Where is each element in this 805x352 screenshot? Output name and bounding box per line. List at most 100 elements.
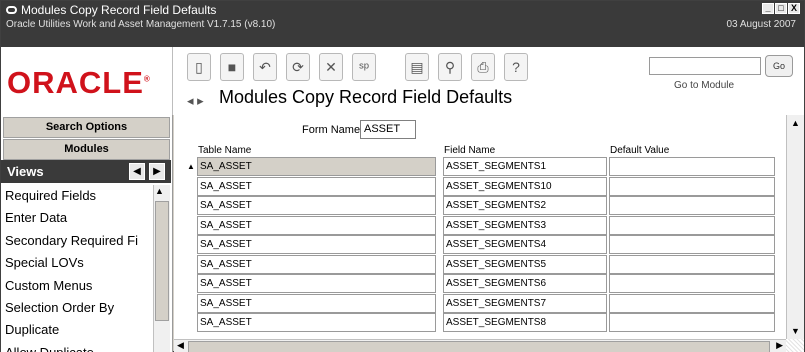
views-list: Required Fields Enter Data Secondary Req…	[1, 185, 153, 352]
modules-button[interactable]: Modules	[3, 139, 170, 160]
default-value-cell[interactable]	[609, 274, 775, 293]
logo-area: ORACLE®	[1, 47, 173, 115]
view-required-fields[interactable]: Required Fields	[1, 185, 153, 207]
scroll-up-icon[interactable]: ▲	[155, 186, 164, 196]
current-date: 03 August 2007	[726, 19, 796, 30]
next-record-icon[interactable]: ▸	[197, 93, 204, 108]
field-name-cell[interactable]: ASSET_SEGMENTS1	[443, 157, 607, 176]
table-name-cell[interactable]: SA_ASSET	[197, 254, 436, 274]
views-prev-icon[interactable]: ◀	[129, 163, 145, 180]
refresh-icon[interactable]: ⟳	[286, 53, 310, 81]
field-name-cell[interactable]: ASSET_SEGMENTS6	[443, 274, 607, 293]
search-options-button[interactable]: Search Options	[3, 117, 170, 138]
app-version: Oracle Utilities Work and Asset Manageme…	[6, 19, 276, 30]
views-header: Views ◀ ▶	[1, 160, 171, 183]
table-row: SA_ASSET ASSET_SEGMENTS5	[197, 254, 777, 275]
table-row: SA_ASSET ASSET_SEGMENTS8	[197, 313, 777, 333]
table-row: SA_ASSET ASSET_SEGMENTS6	[197, 274, 777, 294]
default-value-cell[interactable]	[609, 215, 775, 235]
scroll-down-icon[interactable]: ▼	[791, 326, 800, 336]
default-value-cell[interactable]	[609, 157, 775, 176]
table-name-cell[interactable]: SA_ASSET	[197, 313, 436, 332]
report-icon[interactable]: ▤	[405, 53, 429, 81]
default-value-cell[interactable]	[609, 235, 775, 254]
go-to-module-input[interactable]	[649, 57, 761, 75]
save-icon[interactable]: ■	[220, 53, 244, 81]
table-name-cell[interactable]: SA_ASSET	[197, 235, 436, 254]
maximize-button[interactable]: □	[775, 3, 787, 14]
field-name-cell[interactable]: ASSET_SEGMENTS5	[443, 254, 607, 274]
views-scroll-thumb[interactable]	[155, 201, 169, 321]
table-row: SA_ASSET ASSET_SEGMENTS1	[197, 157, 777, 177]
default-value-cell[interactable]	[609, 254, 775, 274]
app-window: Modules Copy Record Field Defaults Oracl…	[0, 0, 805, 352]
go-button[interactable]: Go	[765, 55, 793, 77]
view-special-lovs[interactable]: Special LOVs	[1, 252, 153, 274]
spellcheck-icon[interactable]: ˢᵖ	[352, 53, 376, 81]
toolbar: ▯ ■ ↶ ⟳ ✕ ˢᵖ ▤ ⚲ ⎙ ?	[187, 53, 537, 81]
title-bar: Modules Copy Record Field Defaults Oracl…	[1, 1, 804, 47]
routing-icon[interactable]: ⚲	[438, 53, 462, 81]
default-value-cell[interactable]	[609, 196, 775, 215]
table-name-cell[interactable]: SA_ASSET	[197, 176, 436, 196]
field-name-cell[interactable]: ASSET_SEGMENTS7	[443, 293, 607, 313]
view-secondary-required[interactable]: Secondary Required Fi	[1, 230, 153, 252]
form-horizontal-scrollbar[interactable]: ◀ ▶	[174, 339, 786, 352]
form-name-field[interactable]: ASSET	[360, 120, 416, 139]
prev-record-icon[interactable]: ◂	[187, 93, 194, 108]
view-duplicate[interactable]: Duplicate	[1, 319, 153, 341]
table-name-cell[interactable]: SA_ASSET	[197, 196, 436, 215]
help-icon[interactable]: ?	[504, 53, 528, 81]
window-title: Modules Copy Record Field Defaults	[21, 3, 217, 17]
scroll-right-icon[interactable]: ▶	[776, 340, 783, 351]
view-enter-data[interactable]: Enter Data	[1, 207, 153, 229]
close-button[interactable]: X	[788, 3, 800, 14]
field-name-cell[interactable]: ASSET_SEGMENTS4	[443, 235, 607, 254]
field-name-cell[interactable]: ASSET_SEGMENTS3	[443, 215, 607, 235]
table-row: SA_ASSET ASSET_SEGMENTS2	[197, 196, 777, 216]
undo-icon[interactable]: ↶	[253, 53, 277, 81]
column-header-table-name: Table Name	[198, 145, 252, 156]
app-icon	[6, 6, 17, 14]
record-form: Form Name ASSET Table Name Field Name De…	[174, 115, 786, 339]
form-title: Modules Copy Record Field Defaults	[219, 87, 513, 107]
table-row: SA_ASSET ASSET_SEGMENTS10	[197, 176, 777, 197]
default-value-cell[interactable]	[609, 313, 775, 332]
window-controls: _ □ X	[762, 3, 800, 14]
scroll-up-icon[interactable]: ▲	[791, 118, 800, 128]
scroll-left-icon[interactable]: ◀	[177, 340, 184, 351]
main-content: Form Name ASSET Table Name Field Name De…	[174, 115, 804, 352]
table-name-cell[interactable]: SA_ASSET	[197, 274, 436, 293]
field-name-cell[interactable]: ASSET_SEGMENTS2	[443, 196, 607, 215]
views-label: Views	[7, 164, 44, 179]
form-name-label: Form Name	[302, 124, 361, 136]
go-to-module-label: Go to Module	[674, 80, 735, 91]
record-nav: ◂ ▸	[187, 93, 204, 109]
field-name-cell[interactable]: ASSET_SEGMENTS8	[443, 313, 607, 332]
header: ORACLE® ▯ ■ ↶ ⟳ ✕ ˢᵖ ▤ ⚲ ⎙ ? Go to Modul…	[1, 47, 804, 115]
table-name-cell[interactable]: SA_ASSET	[197, 293, 436, 313]
form-vertical-scrollbar[interactable]: ▲ ▼	[786, 115, 804, 339]
view-selection-order-by[interactable]: Selection Order By	[1, 297, 153, 319]
new-icon[interactable]: ▯	[187, 53, 211, 81]
view-allow-duplicate[interactable]: Allow Duplicate	[1, 342, 153, 352]
records-grid: SA_ASSET ASSET_SEGMENTS1 SA_ASSET ASSET_…	[197, 157, 777, 333]
column-header-default-value: Default Value	[610, 145, 670, 156]
column-header-field-name: Field Name	[444, 145, 496, 156]
views-next-icon[interactable]: ▶	[149, 163, 165, 180]
view-custom-menus[interactable]: Custom Menus	[1, 275, 153, 297]
views-scrollbar[interactable]: ▲	[153, 185, 170, 352]
table-row: SA_ASSET ASSET_SEGMENTS7	[197, 293, 777, 314]
print-icon[interactable]: ⎙	[471, 53, 495, 81]
table-name-cell[interactable]: SA_ASSET	[197, 215, 436, 235]
oracle-logo: ORACLE®	[7, 65, 151, 100]
minimize-button[interactable]: _	[762, 3, 774, 14]
table-name-cell[interactable]: SA_ASSET	[197, 157, 436, 176]
table-row: SA_ASSET ASSET_SEGMENTS3	[197, 215, 777, 236]
default-value-cell[interactable]	[609, 293, 775, 313]
default-value-cell[interactable]	[609, 176, 775, 196]
delete-icon[interactable]: ✕	[319, 53, 343, 81]
field-name-cell[interactable]: ASSET_SEGMENTS10	[443, 176, 607, 196]
current-row-marker-icon: ▲	[187, 162, 195, 171]
horizontal-scroll-thumb[interactable]	[188, 341, 770, 352]
